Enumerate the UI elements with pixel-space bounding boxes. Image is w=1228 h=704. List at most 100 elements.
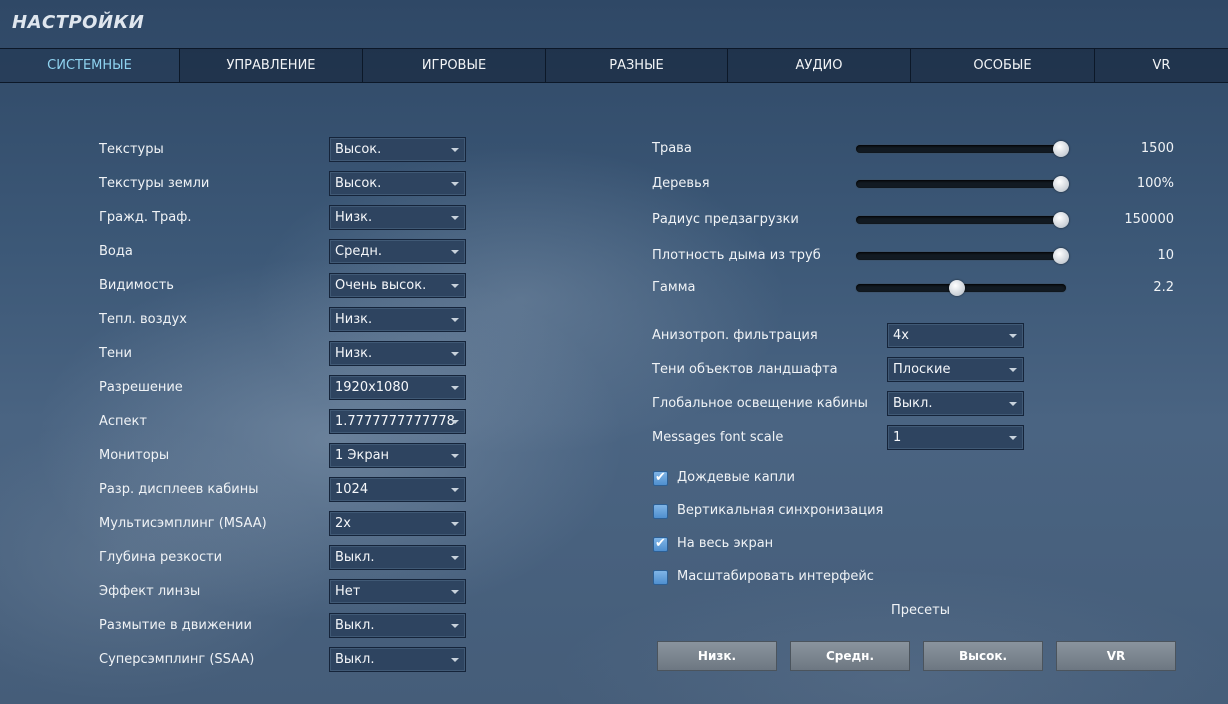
dropdown-value: Очень высок. [335,278,427,293]
setting-label: Вода [99,244,133,259]
slider-track[interactable] [856,180,1066,188]
chevron-down-icon [451,488,459,492]
setting-label: Разр. дисплеев кабины [99,482,259,497]
slider-track[interactable] [856,216,1066,224]
setting-dropdown[interactable]: 1 [887,425,1024,450]
checkbox[interactable] [653,504,668,519]
setting-label: Мультисэмплинг (MSAA) [99,516,267,531]
chevron-down-icon [451,216,459,220]
slider-label: Гамма [652,280,696,295]
preset-vr-button[interactable]: VR [1056,641,1176,671]
setting-label: Messages font scale [652,430,784,445]
tab-system[interactable]: СИСТЕМНЫЕ [0,49,180,82]
setting-dropdown[interactable]: Низк. [329,341,466,366]
presets-label: Пресеты [891,603,951,618]
setting-label: Мониторы [99,448,170,463]
setting-dropdown[interactable]: Низк. [329,307,466,332]
setting-label: Тепл. воздух [99,312,187,327]
checkbox[interactable]: ✔ [653,470,668,486]
chevron-down-icon [451,590,459,594]
setting-dropdown[interactable]: Низк. [329,205,466,230]
setting-dropdown[interactable]: Выкл. [329,613,466,638]
checkbox-label[interactable]: Дождевые капли [677,470,795,485]
setting-label: Анизотроп. фильтрация [652,328,818,343]
slider-track[interactable] [856,252,1066,260]
checkmark-icon: ✔ [655,470,666,485]
chevron-down-icon [451,658,459,662]
slider-handle[interactable] [1053,176,1069,192]
setting-dropdown[interactable]: 2x [329,511,466,536]
setting-dropdown[interactable]: Очень высок. [329,273,466,298]
setting-dropdown[interactable]: Средн. [329,239,466,264]
tab-special[interactable]: ОСОБЫЕ [911,49,1095,82]
preset-low-button[interactable]: Низк. [657,641,777,671]
slider-label: Плотность дыма из труб [652,248,821,263]
setting-dropdown[interactable]: Плоские [887,357,1024,382]
slider-value: 150000 [1124,212,1174,227]
dropdown-value: Выкл. [335,550,375,565]
chevron-down-icon [451,148,459,152]
chevron-down-icon [451,182,459,186]
chevron-down-icon [451,318,459,322]
tab-gameplay[interactable]: ИГРОВЫЕ [363,49,546,82]
setting-dropdown[interactable]: Выкл. [329,545,466,570]
chevron-down-icon [1009,436,1017,440]
page-title: НАСТРОЙКИ [12,12,145,33]
setting-dropdown[interactable]: Выкл. [887,391,1024,416]
slider-handle[interactable] [1053,248,1069,264]
setting-label: Разрешение [99,380,183,395]
setting-dropdown[interactable]: 1 Экран [329,443,466,468]
setting-label: Видимость [99,278,174,293]
setting-label: Гражд. Траф. [99,210,192,225]
tab-controls[interactable]: УПРАВЛЕНИЕ [180,49,363,82]
setting-dropdown[interactable]: Выкл. [329,647,466,672]
slider-handle[interactable] [1053,141,1069,157]
setting-label: Текстуры [99,142,164,157]
chevron-down-icon [451,250,459,254]
dropdown-value: Средн. [335,244,382,259]
slider-track[interactable] [856,145,1066,153]
dropdown-value: 1.7777777777778 [335,414,455,429]
slider-handle[interactable] [949,280,965,296]
tab-vr[interactable]: VR [1095,49,1228,82]
chevron-down-icon [451,624,459,628]
chevron-down-icon [451,352,459,356]
chevron-down-icon [1009,402,1017,406]
setting-dropdown[interactable]: Высок. [329,171,466,196]
checkbox-label[interactable]: Масштабировать интерфейс [677,569,874,584]
setting-dropdown[interactable]: Нет [329,579,466,604]
chevron-down-icon [451,556,459,560]
checkbox-label[interactable]: Вертикальная синхронизация [677,503,883,518]
dropdown-value: Высок. [335,176,382,191]
setting-label: Суперсэмплинг (SSAA) [99,652,255,667]
preset-medium-button[interactable]: Средн. [790,641,910,671]
setting-dropdown[interactable]: 4x [887,323,1024,348]
setting-dropdown[interactable]: 1024 [329,477,466,502]
tab-audio[interactable]: АУДИО [728,49,911,82]
setting-dropdown[interactable]: Высок. [329,137,466,162]
setting-label: Эффект линзы [99,584,201,599]
slider-handle[interactable] [1053,212,1069,228]
checkbox[interactable] [653,570,668,585]
setting-dropdown[interactable]: 1.7777777777778 [329,409,466,434]
chevron-down-icon [1009,368,1017,372]
dropdown-value: Нет [335,584,361,599]
setting-label: Тени [99,346,132,361]
dropdown-value: Низк. [335,210,373,225]
setting-label: Текстуры земли [99,176,210,191]
dropdown-value: 4x [893,328,909,343]
chevron-down-icon [1009,334,1017,338]
setting-dropdown[interactable]: 1920x1080 [329,375,466,400]
setting-label: Размытие в движении [99,618,252,633]
preset-high-button[interactable]: Высок. [923,641,1043,671]
checkmark-icon: ✔ [655,536,666,551]
checkbox[interactable]: ✔ [653,536,668,552]
slider-label: Радиус предзагрузки [652,212,799,227]
checkbox-label[interactable]: На весь экран [677,536,773,551]
tab-misc[interactable]: РАЗНЫЕ [546,49,728,82]
dropdown-value: 1920x1080 [335,380,409,395]
chevron-down-icon [451,522,459,526]
dropdown-value: Низк. [335,346,373,361]
dropdown-value: Высок. [335,142,382,157]
dropdown-value: 2x [335,516,351,531]
